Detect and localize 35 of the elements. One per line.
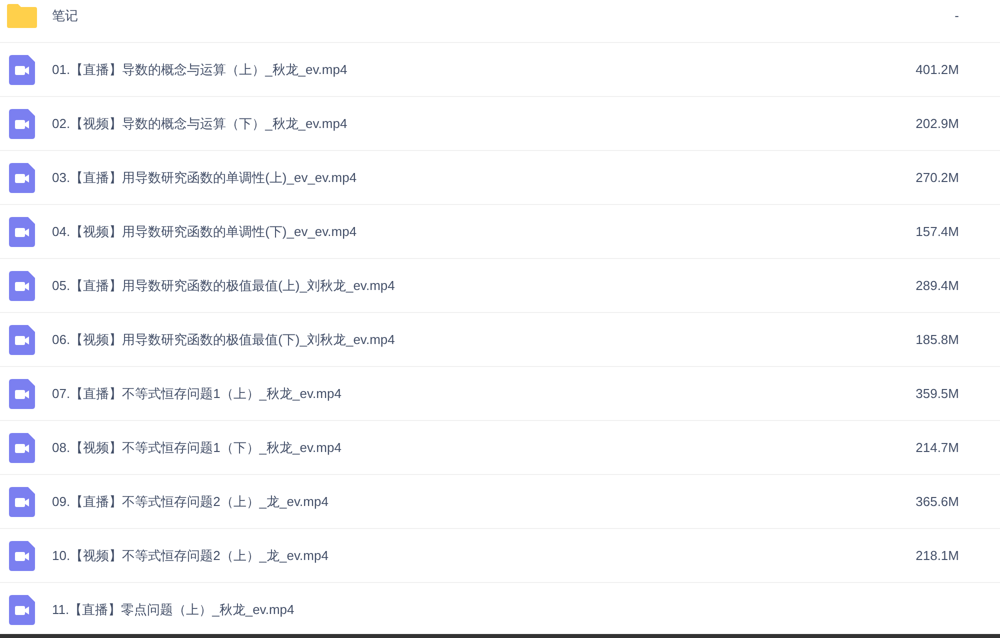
file-size: 270.2M — [914, 168, 960, 187]
file-name[interactable]: 06.【视频】用导数研究函数的极值最值(下)_刘秋龙_ev.mp4 — [52, 330, 880, 350]
video-file-icon — [9, 432, 35, 462]
file-size: 157.4M — [914, 222, 960, 241]
file-name[interactable]: 05.【直播】用导数研究函数的极值最值(上)_刘秋龙_ev.mp4 — [52, 276, 880, 296]
file-size: 289.4M — [914, 276, 960, 295]
video-file-icon — [9, 108, 35, 138]
file-name[interactable]: 08.【视频】不等式恒存问题1（下）_秋龙_ev.mp4 — [52, 438, 880, 458]
file-name[interactable]: 07.【直播】不等式恒存问题1（上）_秋龙_ev.mp4 — [52, 384, 880, 404]
file-size: 214.7M — [914, 438, 960, 457]
file-name[interactable]: 02.【视频】导数的概念与运算（下）_秋龙_ev.mp4 — [52, 114, 880, 134]
file-name[interactable]: 笔记 — [52, 6, 880, 26]
file-size: 401.2M — [914, 60, 960, 79]
file-name[interactable]: 11.【直播】零点问题（上）_秋龙_ev.mp4 — [52, 600, 1000, 620]
video-file-icon — [9, 540, 35, 570]
video-file-icon — [9, 486, 35, 516]
video-file-icon — [9, 378, 35, 408]
video-file-icon — [9, 270, 35, 300]
video-file-icon — [9, 324, 35, 354]
file-size: 202.9M — [914, 114, 960, 133]
file-size: 185.8M — [914, 330, 960, 349]
file-size: 365.6M — [914, 492, 960, 511]
file-name[interactable]: 04.【视频】用导数研究函数的单调性(下)_ev_ev.mp4 — [52, 222, 880, 242]
file-size: 359.5M — [914, 384, 960, 403]
video-file-icon — [9, 594, 35, 624]
video-file-icon — [9, 216, 35, 246]
folder-icon — [6, 2, 38, 28]
file-name[interactable]: 01.【直播】导数的概念与运算（上）_秋龙_ev.mp4 — [52, 60, 880, 80]
file-name[interactable]: 10.【视频】不等式恒存问题2（上）_龙_ev.mp4 — [52, 546, 880, 566]
file-name[interactable]: 09.【直播】不等式恒存问题2（上）_龙_ev.mp4 — [52, 492, 880, 512]
video-file-icon — [9, 162, 35, 192]
video-file-icon — [9, 54, 35, 84]
file-size: - — [954, 6, 960, 25]
file-name[interactable]: 03.【直播】用导数研究函数的单调性(上)_ev_ev.mp4 — [52, 168, 880, 188]
file-size: 218.1M — [914, 546, 960, 565]
